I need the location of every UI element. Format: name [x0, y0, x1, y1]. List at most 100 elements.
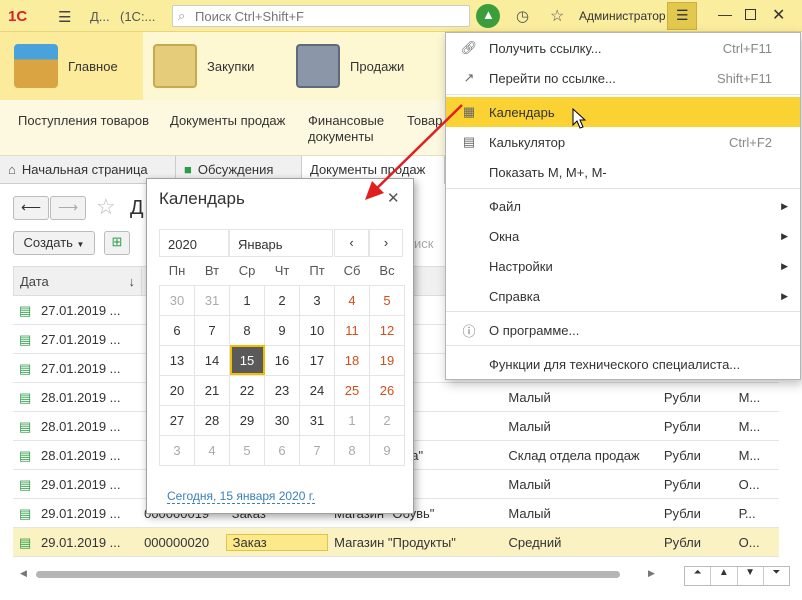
scroll-thumb[interactable]: [36, 571, 620, 578]
to-top-icon[interactable]: ⏶: [685, 567, 712, 585]
calendar-day[interactable]: 14: [194, 344, 230, 376]
menu-item[interactable]: ▦ Календарь: [446, 97, 800, 127]
next-month-button[interactable]: ›: [369, 229, 403, 257]
calendar-day[interactable]: 3: [299, 284, 335, 316]
calendar-day[interactable]: 4: [194, 434, 230, 466]
menu-item[interactable]: Файл ▶: [446, 191, 800, 221]
calendar-day[interactable]: 19: [369, 344, 405, 376]
table-cell: Склад отдела продаж: [508, 447, 640, 463]
month-field[interactable]: Январь: [229, 229, 333, 257]
create-button[interactable]: Создать ▼: [13, 231, 95, 255]
calendar-day[interactable]: 11: [334, 314, 370, 346]
calendar-day[interactable]: 31: [194, 284, 230, 316]
page-up-icon[interactable]: ▲: [711, 567, 738, 585]
calendar-day[interactable]: 30: [159, 284, 195, 316]
calendar-day[interactable]: 13: [159, 344, 195, 376]
prev-month-button[interactable]: ‹: [334, 229, 369, 257]
menu-separator: [446, 345, 800, 346]
calendar-day[interactable]: 2: [264, 284, 300, 316]
to-bottom-icon[interactable]: ⏷: [764, 567, 789, 585]
table-cell: Магазин "Продукты": [334, 534, 456, 550]
copy-button[interactable]: ⊞: [104, 231, 130, 255]
main-menu-button[interactable]: ☰: [667, 2, 697, 30]
calendar-day[interactable]: 6: [159, 314, 195, 346]
menu-item[interactable]: ↗ Перейти по ссылке... Shift+F11: [446, 63, 800, 93]
document-posted-icon: ▤: [19, 534, 32, 550]
menu-item[interactable]: Показать М, М+, М-: [446, 157, 800, 187]
search-input[interactable]: [195, 6, 465, 26]
calendar-day[interactable]: 23: [264, 374, 300, 406]
table-row[interactable]: ▤ 29.01.2019 ... 000000020 Заказ Магазин "Пр…: [13, 528, 779, 557]
calendar-day[interactable]: 4: [334, 284, 370, 316]
global-search[interactable]: ⌕: [172, 5, 470, 27]
notifications-icon[interactable]: ▲: [476, 4, 500, 28]
calendar-day[interactable]: 5: [369, 284, 405, 316]
calendar-day[interactable]: 17: [299, 344, 335, 376]
calendar-day[interactable]: 15: [229, 344, 265, 376]
user-name[interactable]: Администратор: [579, 9, 666, 23]
calendar-day[interactable]: 24: [299, 374, 335, 406]
nav-sales-documents[interactable]: Документы продаж: [170, 113, 285, 129]
section-purchases[interactable]: Закупки: [153, 32, 283, 100]
calendar-day[interactable]: 12: [369, 314, 405, 346]
calendar-day[interactable]: 2: [369, 404, 405, 436]
calendar-day[interactable]: 22: [229, 374, 265, 406]
calendar-day[interactable]: 8: [229, 314, 265, 346]
table-cell: М...: [738, 389, 761, 405]
cell-date: ▤ 28.01.2019 ...: [19, 447, 121, 463]
calendar-day[interactable]: 9: [264, 314, 300, 346]
section-label: Главное: [68, 58, 118, 74]
calendar-day[interactable]: 26: [369, 374, 405, 406]
menu-item-label: Настройки: [489, 258, 553, 274]
forward-button[interactable]: ⟶: [50, 196, 86, 220]
year-field[interactable]: 2020: [159, 229, 229, 257]
menu-item[interactable]: Справка ▶: [446, 281, 800, 311]
calendar-day[interactable]: 27: [159, 404, 195, 436]
calendar-day[interactable]: 21: [194, 374, 230, 406]
calendar-day[interactable]: 25: [334, 374, 370, 406]
column-date[interactable]: Дата ↓: [13, 266, 142, 296]
back-button[interactable]: ⟵: [13, 196, 49, 220]
menu-item[interactable]: Настройки ▶: [446, 251, 800, 281]
calendar-day[interactable]: 18: [334, 344, 370, 376]
calendar-day[interactable]: 29: [229, 404, 265, 436]
menu-item[interactable]: Окна ▶: [446, 221, 800, 251]
favorites-icon[interactable]: ☆: [550, 6, 564, 26]
history-icon[interactable]: ◷: [516, 7, 529, 25]
favorite-star-icon[interactable]: ☆: [96, 194, 116, 220]
calendar-day[interactable]: 28: [194, 404, 230, 436]
calendar-day[interactable]: 31: [299, 404, 335, 436]
menu-item[interactable]: Функции для технического специалиста...: [446, 349, 800, 379]
calendar-day[interactable]: 6: [264, 434, 300, 466]
menu-item[interactable]: ▤ Калькулятор Ctrl+F2: [446, 127, 800, 157]
menu-item[interactable]: ⓘ О программе...: [446, 315, 800, 345]
section-main[interactable]: Главное: [0, 32, 143, 100]
nav-goods-receipts[interactable]: Поступления товаров: [18, 113, 149, 129]
calendar-day[interactable]: 16: [264, 344, 300, 376]
calendar-day[interactable]: 9: [369, 434, 405, 466]
maximize-icon[interactable]: [745, 9, 756, 20]
section-sales[interactable]: Продажи: [296, 32, 436, 100]
page-down-icon[interactable]: ▼: [738, 567, 764, 585]
today-link[interactable]: Сегодня, 15 января 2020 г.: [167, 489, 316, 504]
window-title: Д...: [90, 9, 110, 24]
calendar-day[interactable]: 5: [229, 434, 265, 466]
calendar-day[interactable]: 8: [334, 434, 370, 466]
horizontal-scrollbar[interactable]: ◀ ▶: [20, 568, 660, 582]
calendar-day[interactable]: 1: [229, 284, 265, 316]
scroll-right-icon[interactable]: ▶: [648, 568, 655, 579]
window-app-name: (1С:...: [120, 9, 156, 24]
minimize-icon[interactable]: —: [718, 6, 732, 22]
calendar-day[interactable]: 7: [194, 314, 230, 346]
calendar-day[interactable]: 30: [264, 404, 300, 436]
close-icon[interactable]: ✕: [772, 5, 785, 25]
scroll-left-icon[interactable]: ◀: [20, 568, 27, 579]
calendar-day[interactable]: 7: [299, 434, 335, 466]
calendar-day[interactable]: 1: [334, 404, 370, 436]
menu-icon[interactable]: ☰: [58, 8, 71, 26]
calendar-day[interactable]: 20: [159, 374, 195, 406]
calendar-day[interactable]: 10: [299, 314, 335, 346]
menu-item[interactable]: 🔗︎ Получить ссылку... Ctrl+F11: [446, 33, 800, 63]
calendar-day[interactable]: 3: [159, 434, 195, 466]
chevron-down-icon: ▼: [76, 240, 85, 249]
